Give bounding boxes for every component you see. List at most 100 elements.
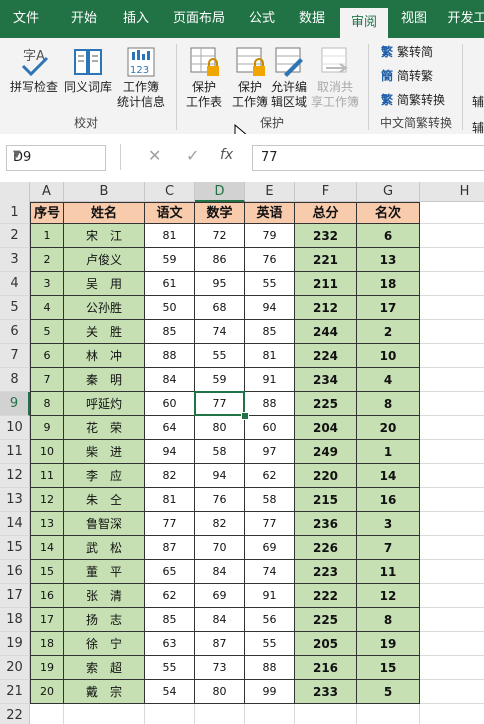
table-header-cell[interactable]: 总分 xyxy=(295,202,357,224)
column-header-a[interactable]: A xyxy=(30,182,64,202)
empty-cell[interactable] xyxy=(245,704,295,724)
cancel-icon[interactable]: ✕ xyxy=(148,146,161,165)
table-cell[interactable]: 234 xyxy=(295,368,357,392)
column-header-f[interactable]: F xyxy=(295,182,357,202)
table-cell[interactable]: 94 xyxy=(145,440,195,464)
table-cell[interactable]: 204 xyxy=(295,416,357,440)
table-cell[interactable]: 80 xyxy=(195,416,245,440)
tab-insert[interactable]: 插入 xyxy=(114,0,158,38)
table-cell[interactable]: 215 xyxy=(295,488,357,512)
table-cell[interactable]: 63 xyxy=(145,632,195,656)
table-cell[interactable]: 225 xyxy=(295,392,357,416)
tab-view[interactable]: 视图 xyxy=(392,0,436,38)
table-cell[interactable]: 10 xyxy=(357,344,420,368)
table-cell[interactable]: 87 xyxy=(195,632,245,656)
table-cell[interactable]: 74 xyxy=(245,560,295,584)
table-cell[interactable]: 1 xyxy=(30,224,64,248)
row-header-10[interactable]: 10 xyxy=(0,416,30,440)
table-cell[interactable]: 2 xyxy=(30,248,64,272)
row-header-22[interactable]: 22 xyxy=(0,704,30,724)
spell-check-button[interactable]: 字A 拼写检查 xyxy=(8,46,60,95)
table-cell[interactable]: 13 xyxy=(357,248,420,272)
table-header-cell[interactable]: 语文 xyxy=(145,202,195,224)
row-header-13[interactable]: 13 xyxy=(0,488,30,512)
table-cell[interactable]: 50 xyxy=(145,296,195,320)
table-cell[interactable]: 76 xyxy=(195,488,245,512)
table-cell[interactable]: 69 xyxy=(245,536,295,560)
table-header-cell[interactable]: 序号 xyxy=(30,202,64,224)
row-header-17[interactable]: 17 xyxy=(0,584,30,608)
table-cell[interactable]: 8 xyxy=(357,608,420,632)
table-cell[interactable]: 7 xyxy=(357,536,420,560)
table-header-cell[interactable]: 姓名 xyxy=(64,202,145,224)
table-header-cell[interactable]: 数学 xyxy=(195,202,245,224)
table-cell[interactable]: 82 xyxy=(145,464,195,488)
table-cell[interactable]: 19 xyxy=(30,656,64,680)
empty-cell[interactable] xyxy=(420,320,484,344)
row-header-4[interactable]: 4 xyxy=(0,272,30,296)
table-cell[interactable]: 11 xyxy=(357,560,420,584)
table-cell[interactable]: 6 xyxy=(30,344,64,368)
table-cell[interactable]: 花 荣 xyxy=(64,416,145,440)
row-header-19[interactable]: 19 xyxy=(0,632,30,656)
empty-cell[interactable] xyxy=(295,704,357,724)
table-cell[interactable]: 80 xyxy=(195,680,245,704)
table-cell[interactable]: 58 xyxy=(195,440,245,464)
formula-input[interactable]: 77 xyxy=(252,145,484,171)
table-cell[interactable]: 18 xyxy=(30,632,64,656)
empty-cell[interactable] xyxy=(420,464,484,488)
table-cell[interactable]: 14 xyxy=(357,464,420,488)
empty-cell[interactable] xyxy=(420,536,484,560)
empty-cell[interactable] xyxy=(420,416,484,440)
tab-file[interactable]: 文件 xyxy=(4,0,48,38)
table-cell[interactable]: 3 xyxy=(30,272,64,296)
empty-cell[interactable] xyxy=(420,344,484,368)
column-header-c[interactable]: C xyxy=(145,182,195,202)
empty-cell[interactable] xyxy=(420,272,484,296)
table-cell[interactable]: 221 xyxy=(295,248,357,272)
table-cell[interactable]: 232 xyxy=(295,224,357,248)
name-box[interactable]: D9 ▼ xyxy=(6,145,106,171)
table-cell[interactable]: 16 xyxy=(357,488,420,512)
table-cell[interactable]: 宋 江 xyxy=(64,224,145,248)
table-cell[interactable]: 7 xyxy=(30,368,64,392)
empty-cell[interactable] xyxy=(420,224,484,248)
row-header-1[interactable]: 1 xyxy=(0,202,30,224)
table-cell[interactable]: 12 xyxy=(357,584,420,608)
table-cell[interactable]: 77 xyxy=(245,512,295,536)
table-cell[interactable]: 55 xyxy=(245,272,295,296)
table-cell[interactable]: 呼延灼 xyxy=(64,392,145,416)
column-header-e[interactable]: E xyxy=(245,182,295,202)
table-cell[interactable]: 56 xyxy=(245,608,295,632)
empty-cell[interactable] xyxy=(420,584,484,608)
enter-icon[interactable]: ✓ xyxy=(186,146,199,165)
table-cell[interactable]: 8 xyxy=(357,392,420,416)
row-header-3[interactable]: 3 xyxy=(0,248,30,272)
table-cell[interactable]: 220 xyxy=(295,464,357,488)
table-cell[interactable]: 64 xyxy=(145,416,195,440)
table-cell[interactable]: 249 xyxy=(295,440,357,464)
table-cell[interactable]: 武 松 xyxy=(64,536,145,560)
table-cell[interactable]: 13 xyxy=(30,512,64,536)
table-cell[interactable]: 59 xyxy=(145,248,195,272)
table-cell[interactable]: 4 xyxy=(357,368,420,392)
row-header-2[interactable]: 2 xyxy=(0,224,30,248)
table-cell[interactable]: 张 清 xyxy=(64,584,145,608)
tab-page-layout[interactable]: 页面布局 xyxy=(166,0,232,38)
empty-cell[interactable] xyxy=(420,512,484,536)
table-cell[interactable]: 20 xyxy=(30,680,64,704)
table-cell[interactable]: 9 xyxy=(30,416,64,440)
table-cell[interactable]: 74 xyxy=(195,320,245,344)
table-cell[interactable]: 20 xyxy=(357,416,420,440)
table-cell[interactable]: 17 xyxy=(30,608,64,632)
table-cell[interactable]: 鲁智深 xyxy=(64,512,145,536)
table-cell[interactable]: 5 xyxy=(357,680,420,704)
table-cell[interactable]: 索 超 xyxy=(64,656,145,680)
table-cell[interactable]: 55 xyxy=(145,656,195,680)
empty-cell[interactable] xyxy=(420,202,484,224)
protect-workbook-button[interactable]: 保护 工作簿 xyxy=(228,46,272,110)
insert-function-icon[interactable]: fx xyxy=(220,147,233,163)
table-cell[interactable]: 3 xyxy=(357,512,420,536)
empty-cell[interactable] xyxy=(195,704,245,724)
table-cell[interactable]: 88 xyxy=(145,344,195,368)
